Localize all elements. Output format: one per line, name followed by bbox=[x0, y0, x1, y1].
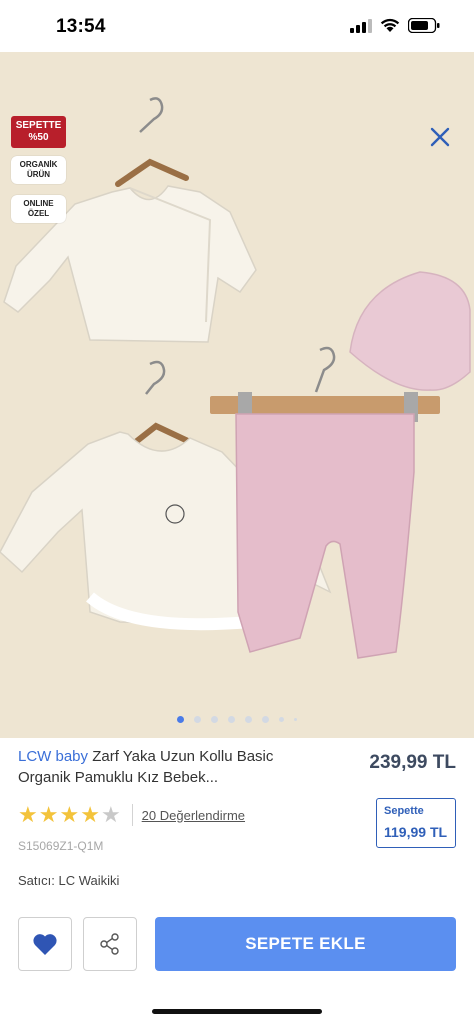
star-icon: ★ bbox=[80, 802, 100, 827]
status-bar: 13:54 bbox=[0, 0, 474, 52]
status-icons bbox=[350, 18, 440, 33]
cart-price-value: 119,99 TL bbox=[384, 824, 448, 840]
product-title: LCW baby Zarf Yaka Uzun Kollu Basic Orga… bbox=[18, 746, 328, 788]
pagination-dot[interactable] bbox=[177, 716, 184, 723]
pagination-dot[interactable] bbox=[228, 716, 235, 723]
pagination-dot[interactable] bbox=[294, 718, 297, 721]
pagination-dot[interactable] bbox=[194, 716, 201, 723]
rating-row: ★ ★ ★ ★ ★ 20 Değerlendirme bbox=[18, 803, 245, 827]
seller-info[interactable]: Satıcı: LC Waikiki bbox=[18, 873, 119, 888]
star-empty-icon: ★ bbox=[100, 802, 121, 827]
close-icon[interactable] bbox=[428, 125, 452, 149]
cellular-signal-icon bbox=[350, 18, 372, 33]
pagination-dot[interactable] bbox=[245, 716, 252, 723]
cart-price-box: Sepette 119,99 TL bbox=[376, 798, 456, 848]
share-icon bbox=[100, 933, 119, 955]
cart-price-label: Sepette bbox=[384, 805, 424, 817]
star-icon: ★ bbox=[59, 802, 80, 827]
online-badge-text: ONLINE ÖZEL bbox=[23, 199, 54, 218]
product-sku: S15069Z1-Q1M bbox=[18, 839, 104, 853]
sale-badge-text: SEPETTE %50 bbox=[15, 120, 62, 143]
product-image bbox=[0, 52, 474, 738]
product-image-gallery[interactable]: SEPETTE %50 ORGANİK ÜRÜN ONLINE ÖZEL bbox=[0, 52, 474, 738]
online-exclusive-badge: ONLINE ÖZEL bbox=[11, 195, 66, 223]
add-to-cart-button[interactable]: SEPETE EKLE bbox=[155, 917, 456, 971]
share-button[interactable] bbox=[83, 917, 137, 971]
brand-link[interactable]: LCW baby bbox=[18, 748, 88, 765]
organic-badge-text: ORGANİK ÜRÜN bbox=[19, 160, 58, 179]
pagination-dot[interactable] bbox=[262, 716, 269, 723]
pagination-dot[interactable] bbox=[211, 716, 218, 723]
wifi-icon bbox=[380, 18, 400, 32]
status-time: 13:54 bbox=[56, 16, 106, 37]
home-indicator bbox=[152, 1009, 322, 1014]
gallery-pagination[interactable] bbox=[0, 716, 474, 723]
favorite-button[interactable] bbox=[18, 917, 72, 971]
product-price: 239,99 TL bbox=[369, 752, 456, 773]
organic-product-badge: ORGANİK ÜRÜN bbox=[11, 156, 66, 184]
sale-badge: SEPETTE %50 bbox=[11, 116, 66, 148]
battery-icon bbox=[408, 18, 440, 33]
star-icon: ★ bbox=[18, 802, 38, 827]
divider bbox=[131, 804, 133, 826]
heart-icon bbox=[33, 934, 57, 955]
reviews-link[interactable]: 20 Değerlendirme bbox=[142, 808, 245, 823]
star-icon: ★ bbox=[38, 802, 59, 827]
pagination-dot[interactable] bbox=[279, 717, 284, 722]
